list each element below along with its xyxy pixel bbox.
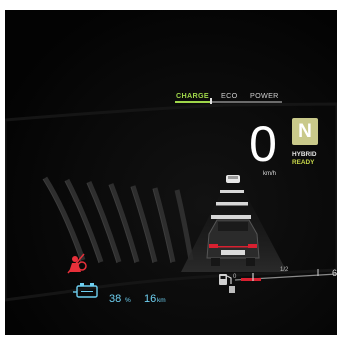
mode-track (175, 101, 282, 103)
lead-car-icon (226, 175, 240, 183)
lane-ridges (42, 176, 194, 263)
speed-value: 0 (249, 116, 277, 172)
gear-indicator: N (292, 118, 318, 145)
speed-unit: km/h (263, 171, 277, 177)
mode-indicator (210, 98, 212, 104)
cluster-scene: 0 (5, 102, 337, 302)
photo-frame: 0 CHARGE ECO POWER N HYBRID READY 0 km/h… (5, 10, 337, 335)
mode-charge-label: CHARGE (176, 91, 209, 100)
ev-range-unit: km (157, 297, 166, 304)
fuel-full-mark: 6 (332, 268, 337, 278)
mode-active-fill (175, 101, 211, 103)
battery-percent: 38 (109, 293, 122, 305)
fuel-low-icon (229, 286, 235, 293)
fuel-half-mark: 1/2 (280, 267, 289, 273)
mode-eco-label: ECO (221, 91, 238, 100)
hybrid-label: HYBRID (292, 151, 317, 158)
ready-label: READY (292, 159, 315, 166)
ev-range: 16 (144, 293, 157, 305)
battery-percent-unit: % (125, 297, 131, 304)
mode-power-label: POWER (250, 91, 279, 100)
